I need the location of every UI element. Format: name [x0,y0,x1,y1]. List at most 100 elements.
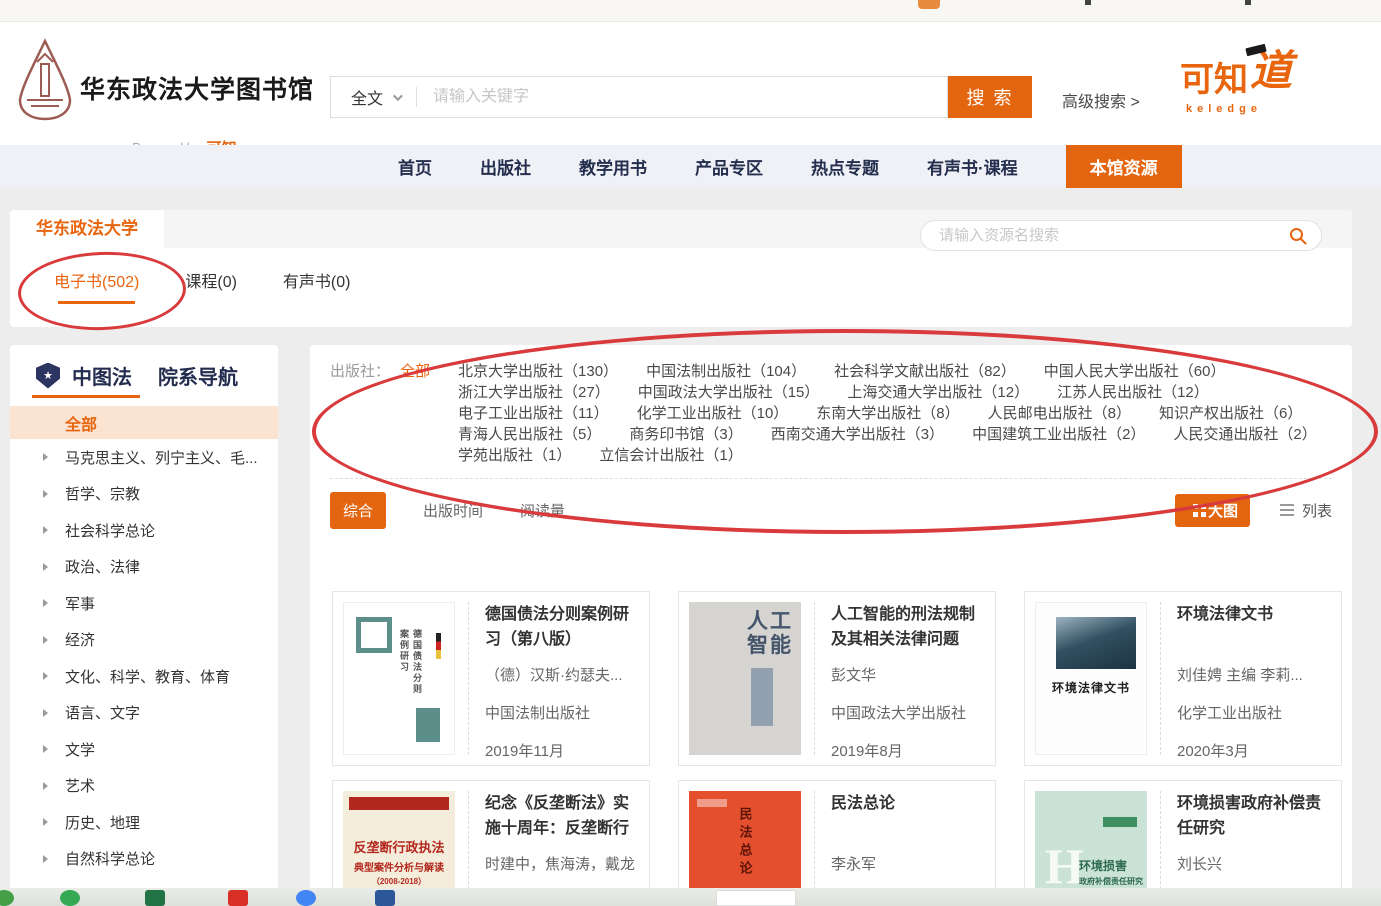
book-card[interactable]: 民法总论 民法总论 李永军 [678,780,996,896]
nav-item[interactable]: 本馆资源 [1066,145,1182,188]
taskbar-icon[interactable] [296,890,316,906]
advanced-search-link[interactable]: 高级搜索 > [1062,88,1140,112]
browser-mark [1245,0,1251,5]
sidebar-category-item[interactable]: 全部 [10,406,278,439]
taskbar-icon[interactable] [228,890,248,906]
search-scope-dropdown[interactable]: 全文 [331,85,416,109]
sidebar-category-item[interactable]: 马克思主义、列宁主义、毛... [10,439,278,476]
book-cover-text: 环境损害政府补偿责任研究 [1079,857,1143,887]
keledge-logo: 可知 道 keledge [1180,52,1292,115]
caret-right-icon [43,599,48,607]
book-date: 2019年8月 [831,740,903,761]
taskbar-icon[interactable] [0,890,14,906]
publisher-option[interactable]: 江苏人民出版社（12） [1057,382,1209,403]
publisher-option[interactable]: 中国政法大学出版社（15） [638,382,820,403]
publisher-option[interactable]: 知识产权出版社（6） [1159,403,1302,424]
publisher-option[interactable]: 西南交通大学出版社（3） [771,424,944,445]
sidebar-category-item[interactable]: 政治、法律 [10,549,278,586]
book-card[interactable]: 反垄断行政执法典型案件分析与解读（2008-2018） 纪念《反垄断法》实施十周… [332,780,650,896]
publisher-option[interactable]: 化学工业出版社（10） [637,403,789,424]
taskbar-icon[interactable] [60,890,80,906]
publisher-option[interactable]: 商务印书馆（3） [629,424,742,445]
publisher-option[interactable]: 立信会计出版社（1） [599,445,742,466]
publisher-option[interactable]: 人民邮电出版社（8） [988,403,1131,424]
sidebar-category-label: 历史、地理 [65,812,140,833]
tab-clc-classification[interactable]: 中图法 [72,361,132,390]
taskbar-item[interactable] [716,890,796,906]
book-title: 环境法律文书 [1177,602,1331,627]
publisher-row: 电子工业出版社（11） 化学工业出版社（10） 东南大学出版社（8） 人民邮电出版社（… [458,403,1317,424]
search-input[interactable] [417,88,947,106]
book-author: 李永军 [831,853,876,874]
sidebar-category-item[interactable]: 艺术 [10,768,278,805]
sidebar-category-label: 经济 [65,629,95,650]
book-cover-text: 人工智能 [747,610,793,658]
tab-audiobooks[interactable]: 有声书(0) [283,268,351,304]
primary-nav: 首页 出版社 教学用书 产品专区 热点专题 有声书·课程 本馆资源 [0,145,1381,188]
nav-item[interactable]: 教学用书 [579,154,647,179]
publisher-option[interactable]: 人民交通出版社（2） [1173,424,1316,445]
taskbar-icon[interactable] [375,890,395,906]
tab-courses[interactable]: 课程(0) [185,268,237,304]
view-large-button[interactable]: 大图 [1175,494,1250,527]
publisher-option[interactable]: 上海交通大学出版社（12） [847,382,1029,403]
publisher-option[interactable]: 中国法制出版社（104） [646,361,806,382]
nav-item[interactable]: 产品专区 [695,154,763,179]
publisher-option[interactable]: 社会科学文献出版社（82） [834,361,1016,382]
org-tab[interactable]: 华东政法大学 [10,210,164,248]
view-list-button[interactable]: 列表 [1280,500,1332,521]
grid-icon [1187,504,1200,517]
sidebar-category-label: 社会科学总论 [65,520,155,541]
sidebar-category-item[interactable]: 文化、科学、教育、体育 [10,658,278,695]
sidebar-category-item[interactable]: 历史、地理 [10,804,278,841]
book-title: 人工智能的刑法规制及其相关法律问题 [831,602,985,652]
publisher-option[interactable]: 中国人民大学出版社（60） [1044,361,1226,382]
sort-comprehensive-button[interactable]: 综合 [330,492,386,529]
category-sidebar: ★ 中图法 院系导航 全部 马克思主义、列宁主义、毛... 哲学、宗教 社会科学… [10,345,278,896]
tab-department-nav[interactable]: 院系导航 [158,361,238,390]
book-card[interactable]: 环境损害政府补偿责任研究 环境损害政府补偿责任研究 刘长兴 [1024,780,1342,896]
sidebar-category-item[interactable]: 经济 [10,622,278,659]
search-button[interactable]: 搜 索 [948,76,1032,118]
search-icon[interactable] [1289,227,1307,245]
sort-bar: 综合 出版时间 阅读量 大图 列表 [330,493,1332,527]
taskbar-icon[interactable] [145,890,165,906]
library-panel: 华东政法大学 电子书(502) 课程(0) 有声书(0) [10,210,1352,327]
nav-item[interactable]: 有声书·课程 [927,154,1018,179]
sidebar-category-label: 文化、科学、教育、体育 [65,666,230,687]
publisher-filter: 出版社： 全部 北京大学出版社（130）中国法制出版社（104）社会科学文献出版… [310,345,1352,466]
resource-search-input[interactable] [921,227,1289,244]
nav-item[interactable]: 热点专题 [811,154,879,179]
publisher-option[interactable]: 电子工业出版社（11） [458,403,609,424]
view-toggle-group: 大图 列表 [1175,494,1332,527]
sort-pubdate-link[interactable]: 出版时间 [423,500,483,521]
sort-reads-link[interactable]: 阅读量 [520,500,565,521]
sidebar-category-item[interactable]: 社会科学总论 [10,512,278,549]
publisher-option[interactable]: 浙江大学出版社（27） [458,382,610,403]
taskbar [0,888,1381,906]
browser-mark [1085,0,1091,5]
publisher-filter-all[interactable]: 全部 [400,361,430,382]
publisher-option[interactable]: 中国建筑工业出版社（2） [972,424,1145,445]
sidebar-category-item[interactable]: 军事 [10,585,278,622]
book-info: 环境损害政府补偿责任研究 刘长兴 [1161,791,1331,896]
publisher-option[interactable]: 东南大学出版社（8） [816,403,959,424]
publisher-option[interactable]: 青海人民出版社（5） [458,424,601,445]
chevron-down-icon [393,91,403,101]
book-card[interactable]: 人工智能 人工智能的刑法规制及其相关法律问题 彭文华 中国政法大学出版社 201… [678,591,996,766]
sidebar-category-item[interactable]: 哲学、宗教 [10,476,278,513]
sidebar-category-label: 文学 [65,739,95,760]
publisher-option[interactable]: 北京大学出版社（130） [458,361,618,382]
book-card[interactable]: 德国债法分则案例研习 德国债法分则案例研习（第八版） （德）汉斯·约瑟夫... … [332,591,650,766]
results-panel: 出版社： 全部 北京大学出版社（130）中国法制出版社（104）社会科学文献出版… [310,345,1352,896]
book-author: 彭文华 [831,664,876,685]
tab-ebooks[interactable]: 电子书(502) [54,268,139,304]
sidebar-category-label: 全部 [65,411,97,435]
nav-item[interactable]: 首页 [398,154,432,179]
sidebar-category-item[interactable]: 语言、文字 [10,695,278,732]
publisher-option[interactable]: 学苑出版社（1） [458,445,571,466]
sidebar-category-item[interactable]: 文学 [10,731,278,768]
book-card[interactable]: 环境法律文书 环境法律文书 刘佳娉 主编 李莉... 化学工业出版社 2020年… [1024,591,1342,766]
nav-item[interactable]: 出版社 [480,154,531,179]
sidebar-category-item[interactable]: 自然科学总论 [10,841,278,878]
